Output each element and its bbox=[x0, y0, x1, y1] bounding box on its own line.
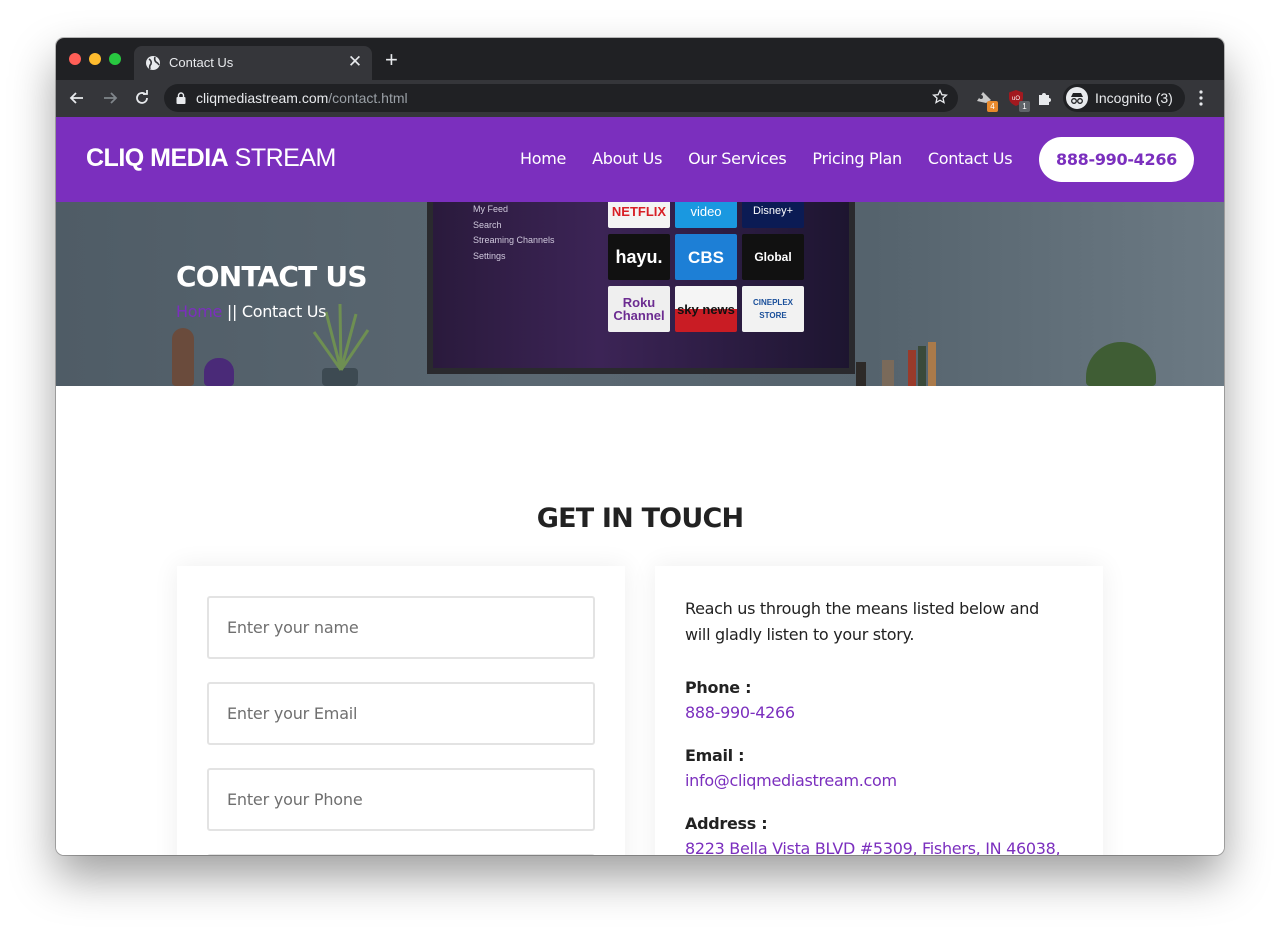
contact-info-card: Reach us through the means listed below … bbox=[655, 566, 1103, 855]
roku-channel-tile: Roku Channel bbox=[608, 286, 670, 332]
name-input[interactable] bbox=[207, 596, 595, 659]
cineplex-tile: CINEPLEX STORE bbox=[742, 286, 804, 332]
phone-call-button[interactable]: 888-990-4266 bbox=[1039, 137, 1194, 182]
back-arrow-icon[interactable] bbox=[67, 88, 87, 108]
browser-window: Contact Us ✕ + cliqmediastream.com/conta… bbox=[56, 38, 1224, 855]
tv-menu: My Feed Search Streaming Channels Settin… bbox=[473, 202, 555, 264]
purple-vase-decoration bbox=[204, 358, 234, 386]
site-header: CLIQ MEDIA STREAM Home About Us Our Serv… bbox=[56, 117, 1224, 202]
message-input[interactable] bbox=[207, 854, 595, 855]
phone-label: Phone : bbox=[685, 678, 752, 697]
nav-pricing-plan[interactable]: Pricing Plan bbox=[812, 149, 902, 168]
forward-arrow-icon[interactable] bbox=[100, 88, 120, 108]
page-title: CONTACT US bbox=[176, 260, 367, 293]
breadcrumb-home-link[interactable]: Home bbox=[176, 302, 222, 321]
tab-title: Contact Us bbox=[169, 55, 234, 70]
tv-menu-item: Settings bbox=[473, 250, 506, 261]
prime-video-tile: video bbox=[675, 202, 737, 228]
logo-bold-text: CLIQ MEDIA bbox=[86, 144, 229, 172]
browser-tab[interactable]: Contact Us ✕ bbox=[134, 46, 372, 80]
phone-input[interactable] bbox=[207, 768, 595, 831]
global-tile: Global bbox=[742, 234, 804, 280]
tv-screen: My Feed Search Streaming Channels Settin… bbox=[433, 202, 849, 368]
disney-plus-tile: Disney+ bbox=[742, 202, 804, 228]
email-label: Email : bbox=[685, 746, 745, 765]
books-decoration bbox=[856, 342, 946, 386]
extension-1-icon[interactable]: 4 bbox=[974, 88, 998, 112]
lock-icon bbox=[176, 92, 186, 104]
url-path: /contact.html bbox=[328, 90, 408, 106]
page-viewport: CLIQ MEDIA STREAM Home About Us Our Serv… bbox=[56, 117, 1224, 855]
new-tab-button[interactable]: + bbox=[385, 48, 398, 72]
incognito-label: Incognito (3) bbox=[1095, 90, 1173, 106]
cbs-tile: CBS bbox=[675, 234, 737, 280]
ublock-icon[interactable]: uO 1 bbox=[1006, 88, 1030, 112]
tv-menu-item: Search bbox=[473, 219, 502, 230]
breadcrumb-separator: || bbox=[222, 302, 242, 321]
nav-contact-us[interactable]: Contact Us bbox=[928, 149, 1013, 168]
hayu-tile: hayu. bbox=[608, 234, 670, 280]
incognito-glyph bbox=[1071, 93, 1083, 104]
url-text: cliqmediastream.com/contact.html bbox=[196, 90, 408, 106]
section-title: GET IN TOUCH bbox=[536, 503, 744, 534]
netflix-tile: NETFLIX bbox=[608, 202, 670, 228]
nav-about-us[interactable]: About Us bbox=[592, 149, 662, 168]
contact-form-card bbox=[177, 566, 625, 855]
sky-news-tile: sky news bbox=[675, 286, 737, 332]
minimize-window-button[interactable] bbox=[89, 53, 101, 65]
bookmark-star-icon[interactable] bbox=[932, 89, 948, 105]
contact-intro-text: Reach us through the means listed below … bbox=[685, 599, 1039, 644]
reload-icon[interactable] bbox=[132, 88, 152, 108]
tv-image: My Feed Search Streaming Channels Settin… bbox=[427, 202, 855, 374]
breadcrumb-current: Contact Us bbox=[241, 302, 327, 321]
shrub-decoration bbox=[1086, 342, 1156, 386]
tv-menu-item: Streaming Channels bbox=[473, 235, 555, 245]
url-domain: cliqmediastream.com bbox=[196, 90, 329, 106]
puzzle-extensions-icon[interactable] bbox=[1035, 88, 1055, 108]
email-input[interactable] bbox=[207, 682, 595, 745]
address-link[interactable]: 8223 Bella Vista BLVD #5309, Fishers, IN… bbox=[685, 837, 1065, 855]
logo-light-text: STREAM bbox=[228, 144, 337, 172]
phone-link[interactable]: 888-990-4266 bbox=[685, 701, 1065, 725]
breadcrumb: Home || Contact Us bbox=[176, 302, 327, 321]
address-bar[interactable]: cliqmediastream.com/contact.html bbox=[164, 84, 958, 112]
address-label: Address : bbox=[685, 814, 768, 833]
nav-home[interactable]: Home bbox=[520, 149, 566, 168]
browser-menu-icon[interactable] bbox=[1197, 89, 1205, 107]
close-window-button[interactable] bbox=[69, 53, 81, 65]
email-link[interactable]: info@cliqmediastream.com bbox=[685, 769, 1065, 793]
extension-1-badge: 4 bbox=[987, 101, 998, 112]
incognito-icon bbox=[1066, 87, 1088, 109]
globe-icon bbox=[146, 56, 160, 70]
maximize-window-button[interactable] bbox=[109, 53, 121, 65]
vase-decoration bbox=[172, 328, 194, 386]
hero-banner: My Feed Search Streaming Channels Settin… bbox=[56, 202, 1224, 386]
browser-toolbar: cliqmediastream.com/contact.html 4 uO 1 bbox=[56, 80, 1224, 117]
nav-our-services[interactable]: Our Services bbox=[688, 149, 787, 168]
site-logo[interactable]: CLIQ MEDIA STREAM bbox=[86, 144, 336, 173]
tv-menu-item: My Feed bbox=[473, 204, 509, 214]
close-tab-icon[interactable]: ✕ bbox=[346, 52, 364, 72]
ublock-badge: 1 bbox=[1019, 101, 1030, 112]
incognito-indicator[interactable]: Incognito (3) bbox=[1063, 84, 1185, 112]
main-nav: Home About Us Our Services Pricing Plan … bbox=[520, 149, 1038, 168]
tab-strip: Contact Us ✕ + bbox=[56, 38, 1224, 80]
